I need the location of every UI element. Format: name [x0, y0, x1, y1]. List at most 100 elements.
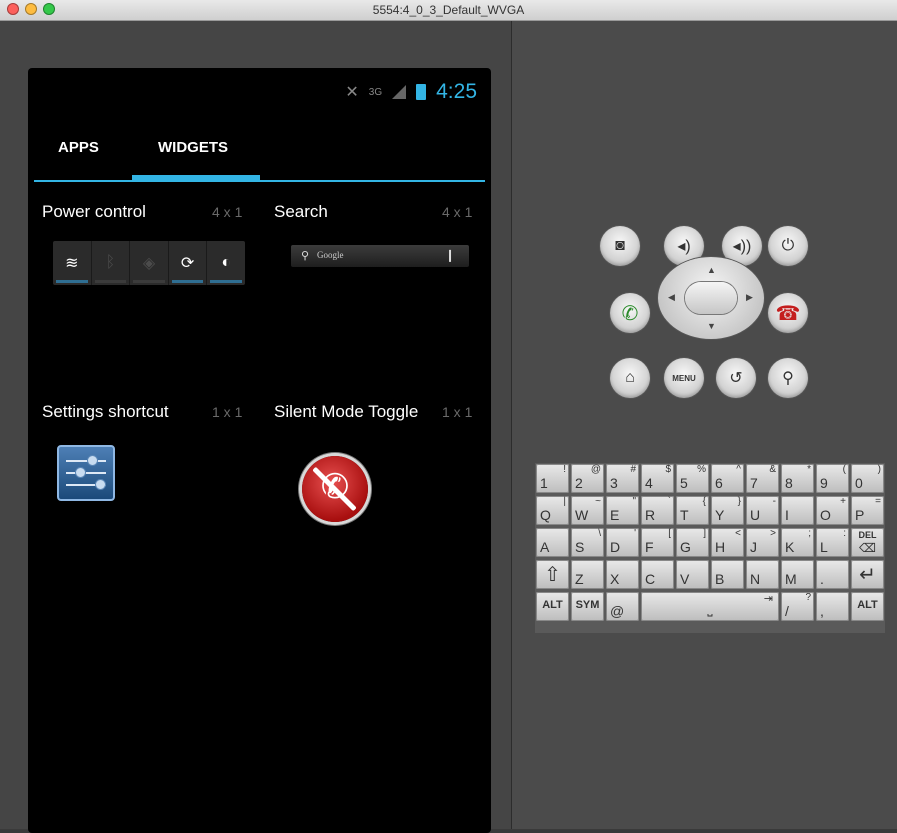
key-w[interactable]: W ~	[571, 496, 604, 525]
key-period[interactable]: .	[816, 560, 849, 589]
key-g[interactable]: G]	[676, 528, 709, 557]
key-v[interactable]: V	[676, 560, 709, 589]
sync-icon: ⟳	[169, 241, 208, 285]
silent-mode-icon[interactable]: ✆	[302, 456, 368, 522]
widget-name-search: Search	[274, 202, 328, 221]
menu-label: MENU	[672, 373, 696, 383]
search-icon: ⚲	[301, 250, 310, 262]
key-o[interactable]: O +	[816, 496, 849, 525]
emulator-controls-pane: ◙ ◂) ◂)) ⏻ ✆ ▲ ▼ ◀ ▶ ☎ ⌂ MENU ↺ ⚲ 1! 2 @3 #…	[512, 21, 897, 829]
dpad-center-button[interactable]	[685, 282, 737, 314]
power-control-widget-preview[interactable]: ≋ ᛒ ◈ ⟳ ◐	[53, 241, 245, 285]
space-icon: ⎵	[707, 601, 713, 616]
widget-size-settings-shortcut: 1 x 1	[212, 404, 243, 420]
key-b[interactable]: B	[711, 560, 744, 589]
key-alt-left[interactable]: ALT	[536, 592, 569, 621]
dpad[interactable]: ▲ ▼ ◀ ▶	[658, 257, 764, 339]
window-title: 5554:4_0_3_Default_WVGA	[372, 3, 525, 17]
key-j[interactable]: J >	[746, 528, 779, 557]
widget-name-silent-mode-toggle: Silent Mode Toggle	[274, 402, 419, 421]
key-u[interactable]: U-	[746, 496, 779, 525]
key-3[interactable]: 3 #	[606, 464, 639, 493]
key-y[interactable]: Y}	[711, 496, 744, 525]
hardware-keyboard: 1! 2 @3 #4 $5% 6 ^ 7 & 8 * 9(0) Q | W ~ E " R ` T{Y} U - I O + P = A…	[535, 463, 885, 633]
key-r[interactable]: R `	[641, 496, 674, 525]
emulator-screen-pane: ✕ 3G 4:25 APPS WIDGETS Power control 4 x…	[0, 21, 512, 833]
key-h[interactable]: H <	[711, 528, 744, 557]
key-8[interactable]: 8 *	[781, 464, 814, 493]
key-s[interactable]: S \	[571, 528, 604, 557]
key-p[interactable]: P =	[851, 496, 884, 525]
search-brand: Google	[317, 250, 344, 260]
call-icon: ✆	[621, 302, 639, 325]
key-f[interactable]: F[	[641, 528, 674, 557]
key-7[interactable]: 7 &	[746, 464, 779, 493]
power-button[interactable]: ⏻	[768, 226, 808, 266]
backspace-icon: ⌫	[859, 541, 876, 555]
key-x[interactable]: X	[606, 560, 639, 589]
mute-icon: ✕	[345, 84, 359, 101]
camera-icon: ◙	[615, 237, 625, 254]
key-enter[interactable]: ↵	[851, 560, 884, 589]
key-slash[interactable]: /?	[781, 592, 814, 621]
key-4[interactable]: 4 $	[641, 464, 674, 493]
tab-arrow-icon: ⇥	[763, 593, 773, 605]
key-comma[interactable]: ,	[816, 592, 849, 621]
key-m[interactable]: M	[781, 560, 814, 589]
key-e[interactable]: E "	[606, 496, 639, 525]
key-z[interactable]: Z	[571, 560, 604, 589]
key-l[interactable]: L:	[816, 528, 849, 557]
enter-icon: ↵	[859, 564, 876, 586]
key-1[interactable]: 1!	[536, 464, 569, 493]
key-i[interactable]: I	[781, 496, 814, 525]
key-5[interactable]: 5%	[676, 464, 709, 493]
dpad-right-arrow-icon[interactable]: ▶	[746, 292, 753, 303]
key-alt-right[interactable]: ALT	[851, 592, 884, 621]
key-n[interactable]: N	[746, 560, 779, 589]
key-c[interactable]: C	[641, 560, 674, 589]
key-delete[interactable]: DEL ⌫	[851, 528, 884, 557]
volume-up-icon: ◂))	[732, 238, 752, 255]
key-sym[interactable]: SYM	[571, 592, 604, 621]
key-9[interactable]: 9(	[816, 464, 849, 493]
network-type: 3G	[368, 86, 383, 98]
status-bar: ✕ 3G 4:25	[345, 80, 477, 104]
search-widget-preview[interactable]: ⚲ Google ❙	[291, 245, 469, 267]
key-at[interactable]: @	[606, 592, 639, 621]
microphone-icon: ❙	[444, 248, 455, 262]
search-button[interactable]: ⚲	[768, 358, 808, 398]
call-button[interactable]: ✆	[610, 293, 650, 333]
bluetooth-icon: ᛒ	[92, 241, 131, 285]
dpad-down-arrow-icon[interactable]: ▼	[707, 321, 716, 331]
widget-size-power-control: 4 x 1	[212, 204, 243, 220]
key-k[interactable]: K;	[781, 528, 814, 557]
key-2[interactable]: 2 @	[571, 464, 604, 493]
widget-size-silent-mode-toggle: 1 x 1	[442, 404, 473, 420]
end-call-button[interactable]: ☎	[768, 293, 808, 333]
key-0[interactable]: 0)	[851, 464, 884, 493]
dpad-up-arrow-icon[interactable]: ▲	[707, 265, 716, 275]
key-t[interactable]: T{	[676, 496, 709, 525]
settings-sliders-icon[interactable]	[57, 445, 115, 501]
key-space[interactable]: ⎵ ⇥	[641, 592, 779, 621]
tab-apps[interactable]: APPS	[58, 138, 99, 182]
key-6[interactable]: 6 ^	[711, 464, 744, 493]
dpad-left-arrow-icon[interactable]: ◀	[668, 292, 675, 303]
key-d[interactable]: D '	[606, 528, 639, 557]
key-q[interactable]: Q |	[536, 496, 569, 525]
home-button[interactable]: ⌂	[610, 358, 650, 398]
widget-name-power-control: Power control	[42, 202, 146, 221]
signal-icon	[392, 85, 407, 99]
key-shift[interactable]: ⇧	[536, 560, 569, 589]
menu-button[interactable]: MENU	[664, 358, 704, 398]
back-button[interactable]: ↺	[716, 358, 756, 398]
tab-selected-indicator	[132, 175, 260, 181]
android-screen[interactable]: ✕ 3G 4:25 APPS WIDGETS Power control 4 x…	[28, 68, 491, 833]
back-icon: ↺	[729, 370, 743, 387]
wifi-icon: ≋	[53, 241, 92, 285]
camera-button[interactable]: ◙	[600, 226, 640, 266]
home-icon: ⌂	[625, 369, 635, 386]
end-call-icon: ☎	[775, 302, 801, 325]
search-icon: ⚲	[782, 370, 794, 387]
key-a[interactable]: A	[536, 528, 569, 557]
